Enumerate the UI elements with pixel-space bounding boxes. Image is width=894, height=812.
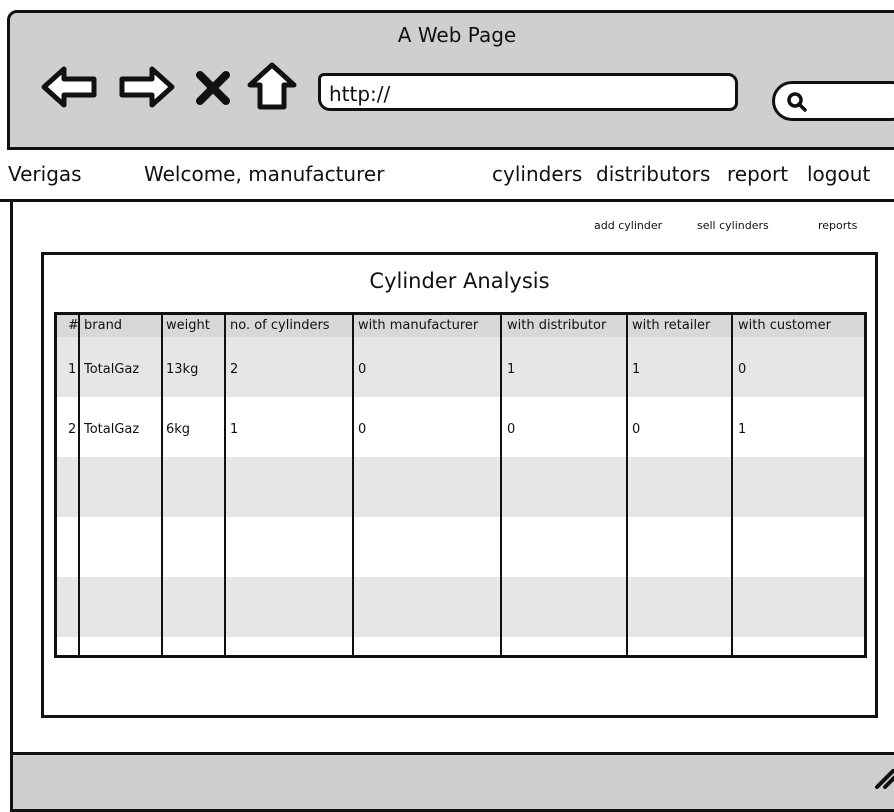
table-cell: 2 [230,362,239,377]
table-cell: 1 [68,362,77,377]
column-header[interactable]: with customer [738,318,862,333]
table-cell: 0 [507,422,516,437]
column-header[interactable]: with retailer [632,318,732,333]
column-header[interactable]: # [68,318,78,333]
column-divider [500,315,502,655]
add-cylinder-link[interactable]: add cylinder [594,219,662,232]
sell-cylinders-link[interactable]: sell cylinders [697,219,769,232]
table-cell: 0 [632,422,641,437]
welcome-text: Welcome, manufacturer [144,162,385,186]
table-cell: 0 [358,362,367,377]
search-input[interactable] [772,81,894,121]
column-header[interactable]: with distributor [507,318,627,333]
nav-link-cylinders[interactable]: cylinders [492,162,582,186]
close-icon[interactable] [196,71,230,109]
column-header[interactable]: weight [166,318,222,333]
browser-toolbar: A Web Page http:// [7,10,894,150]
table-cell: 1 [738,422,747,437]
nav-link-report[interactable]: report [727,162,788,186]
column-divider [731,315,733,655]
column-divider [224,315,226,655]
browser-statusbar [10,752,894,812]
column-header[interactable]: no. of cylinders [230,318,350,333]
table-row-empty [57,517,864,577]
table-cell: 0 [358,422,367,437]
resize-grip-icon[interactable] [873,765,894,795]
app-navbar: Verigas Welcome, manufacturer cylinders … [0,150,894,202]
column-divider [626,315,628,655]
column-divider [352,315,354,655]
brand-name: Verigas [8,162,82,186]
back-arrow-icon[interactable] [40,65,100,113]
table-cell: 0 [738,362,747,377]
table-cell: 2 [68,422,77,437]
table-cell: TotalGaz [84,362,140,377]
column-divider [78,315,80,655]
column-header[interactable]: brand [84,318,160,333]
table-cell: TotalGaz [84,422,140,437]
cylinder-analysis-panel: Cylinder Analysis # brand weight no. of … [41,252,878,718]
forward-arrow-icon[interactable] [116,65,176,113]
table-row-empty [57,457,864,517]
panel-title: Cylinder Analysis [369,269,550,293]
table-cell: 1 [507,362,516,377]
url-input[interactable]: http:// [318,73,738,111]
home-icon[interactable] [246,61,298,115]
table-cell: 6kg [166,422,191,437]
reports-link[interactable]: reports [818,219,857,232]
column-header[interactable]: with manufacturer [358,318,500,333]
table-cell: 1 [632,362,641,377]
table-cell: 1 [230,422,239,437]
nav-link-distributors[interactable]: distributors [596,162,710,186]
search-icon [787,92,807,112]
nav-link-logout[interactable]: logout [807,162,870,186]
window-title: A Web Page [397,23,517,47]
table-row-empty [57,577,864,637]
table-cell: 13kg [166,362,199,377]
column-divider [161,315,163,655]
cylinder-table: # brand weight no. of cylinders with man… [54,312,867,658]
